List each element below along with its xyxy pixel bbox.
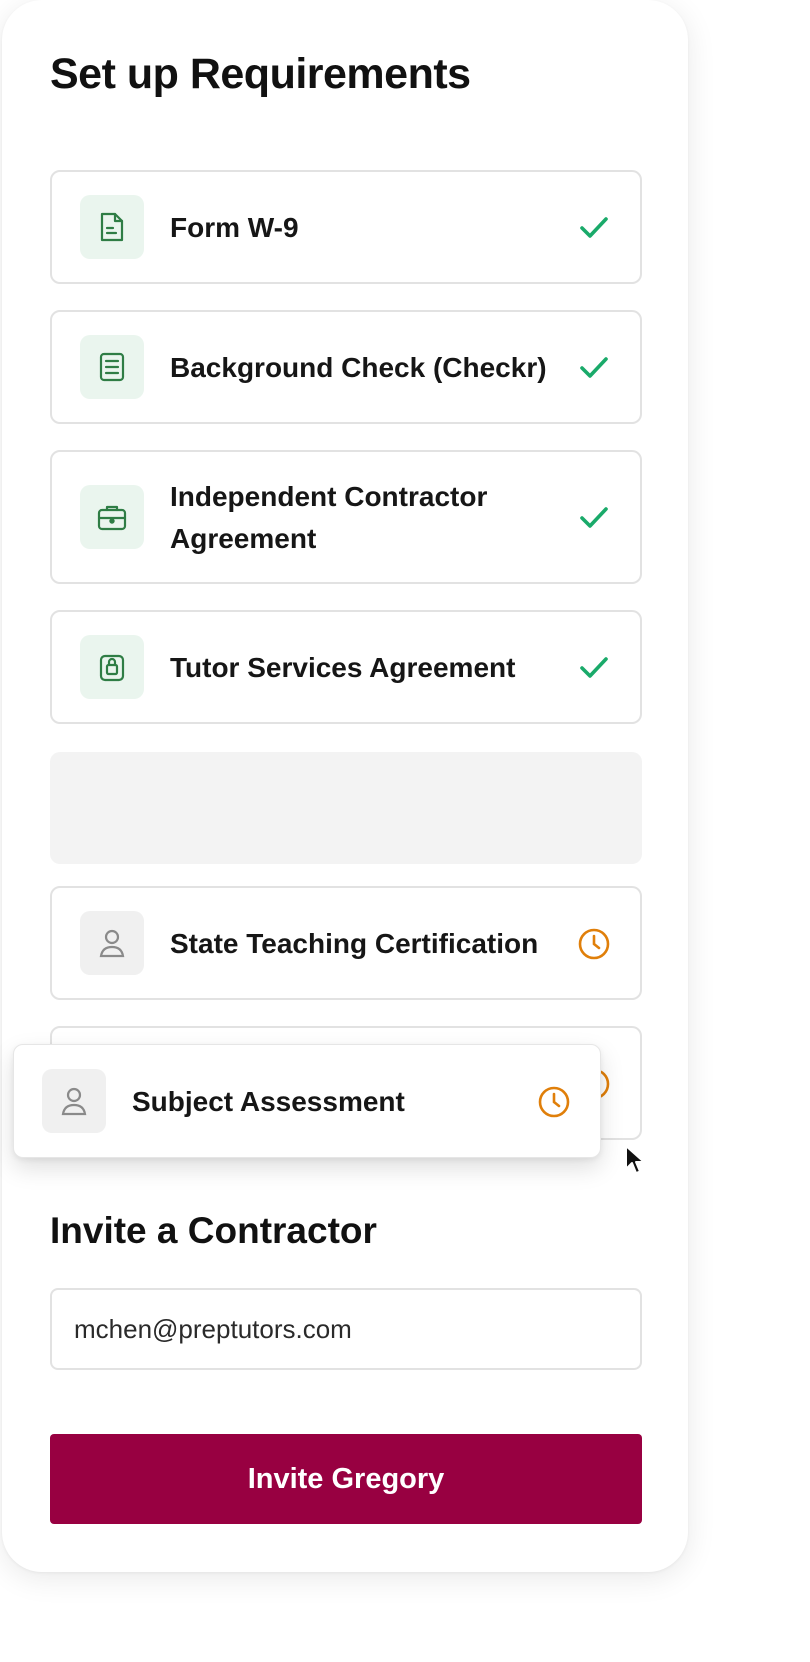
requirement-label: Form W-9 [170, 212, 299, 243]
requirement-label: Tutor Services Agreement [170, 652, 516, 683]
requirement-label-line2: Agreement [170, 523, 317, 554]
invite-button[interactable]: Invite Gregory [50, 1434, 642, 1524]
email-input[interactable] [50, 1288, 642, 1370]
requirement-label: State Teaching Certification [170, 928, 539, 959]
requirements-card: Set up Requirements Form W-9 Background … [2, 0, 688, 1572]
check-icon [576, 650, 612, 686]
person-icon [42, 1069, 106, 1133]
requirement-item-background-check[interactable]: Background Check (Checkr) [50, 310, 642, 424]
requirement-item-independent-contractor-agreement[interactable]: Independent Contractor Agreement [50, 450, 642, 584]
requirement-item-tutor-services-agreement[interactable]: Tutor Services Agreement [50, 610, 642, 724]
invite-heading: Invite a Contractor [50, 1210, 377, 1251]
check-icon [576, 350, 612, 386]
dragged-requirement-label: Subject Assessment [132, 1086, 405, 1117]
list-document-icon [80, 335, 144, 399]
check-icon [576, 500, 612, 536]
clock-icon [576, 926, 612, 962]
page-title: Set up Requirements [50, 50, 471, 98]
check-icon [576, 210, 612, 246]
requirement-item-form-w9[interactable]: Form W-9 [50, 170, 642, 284]
clock-icon [536, 1084, 572, 1120]
briefcase-icon [80, 485, 144, 549]
document-icon [80, 195, 144, 259]
lock-document-icon [80, 635, 144, 699]
requirement-label-line1: Independent Contractor [170, 481, 488, 512]
drop-placeholder[interactable] [50, 752, 642, 864]
requirement-label: Background Check (Checkr) [170, 352, 547, 383]
person-icon [80, 911, 144, 975]
requirement-item-state-teaching-certification[interactable]: State Teaching Certification [50, 886, 642, 1000]
mouse-cursor-icon [624, 1144, 648, 1181]
dragged-requirement-subject-assessment[interactable]: Subject Assessment [13, 1044, 601, 1158]
